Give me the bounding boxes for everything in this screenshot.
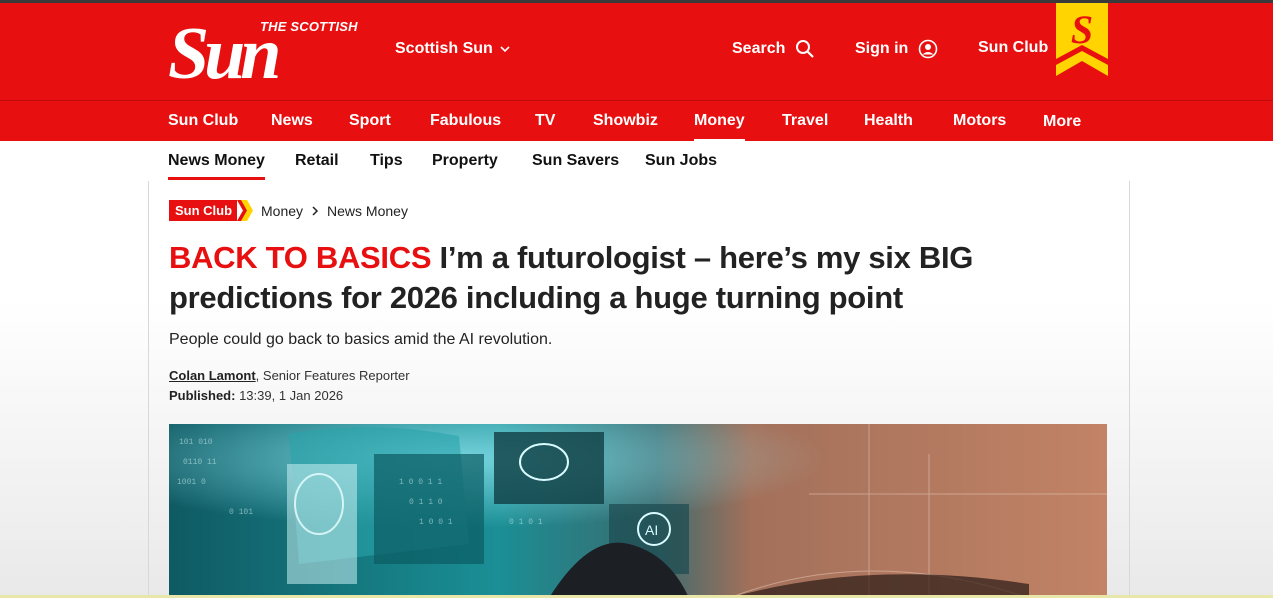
hero-image[interactable]: AI 101 010 0110 11 1001 0 0 101 1 0 0 1 1 0 … [169,424,1107,598]
futuristic-ai-illustration: AI 101 010 0110 11 1001 0 0 101 1 0 0 1 1 0 … [169,424,1107,598]
subnav-tips[interactable]: Tips [370,152,403,170]
badge-letter: S [1071,7,1093,52]
svg-text:1 0 0 1: 1 0 0 1 [419,518,453,527]
sign-in-label: Sign in [855,40,909,57]
article-headline: BACK TO BASICS I’m a futurologist – here… [169,238,1104,318]
sun-logo[interactable]: THE SCOTTISH Sun [168,13,383,95]
svg-text:0110 11: 0110 11 [183,458,217,467]
nav-sun-club[interactable]: Sun Club [168,112,238,130]
nav-money[interactable]: Money [694,112,745,142]
nav-tv[interactable]: TV [535,112,555,130]
article-standfirst: People could go back to basics amid the … [169,331,553,348]
published-label: Published: [169,388,236,403]
search-label: Search [732,40,786,57]
svg-text:101 010: 101 010 [179,438,213,447]
sign-in-button[interactable]: Sign in [855,39,938,59]
subnav-news-money[interactable]: News Money [168,152,265,180]
svg-text:0 1 0 1: 0 1 0 1 [509,518,543,527]
published-date: Published: 13:39, 1 Jan 2026 [169,388,343,403]
edition-selector[interactable]: Scottish Sun [395,40,511,58]
sun-club-badge-icon[interactable]: S [1056,3,1108,76]
search-button[interactable]: Search [732,39,815,59]
nav-health[interactable]: Health [864,112,913,130]
subnav-retail[interactable]: Retail [295,152,339,170]
byline: Colan Lamont, Senior Features Reporter [169,368,410,383]
nav-motors[interactable]: Motors [953,112,1006,130]
user-icon [919,39,938,59]
subnav-sun-savers[interactable]: Sun Savers [532,152,619,170]
nav-sport[interactable]: Sport [349,112,391,130]
nav-news[interactable]: News [271,112,313,130]
headline-kicker: BACK TO BASICS [169,240,432,275]
tag-label: Sun Club [169,200,238,221]
nav-travel[interactable]: Travel [782,112,828,130]
nav-more[interactable]: More [1043,113,1081,131]
subnav-property[interactable]: Property [432,152,498,170]
edition-label: Scottish Sun [395,40,493,57]
svg-text:0 1 1 0: 0 1 1 0 [409,498,443,507]
main-nav: Sun Club News Sport Fabulous TV Showbiz … [0,101,1273,142]
chevron-right-icon [312,206,319,216]
breadcrumb-money[interactable]: Money [261,203,303,219]
author-link[interactable]: Colan Lamont [169,368,256,383]
logo-wordmark: Sun [168,13,281,95]
author-role: , Senior Features Reporter [255,368,410,383]
nav-fabulous[interactable]: Fabulous [430,112,501,130]
svg-text:1 0 0 1 1: 1 0 0 1 1 [399,478,442,487]
sun-club-tag[interactable]: Sun Club [169,200,254,221]
breadcrumb-news-money[interactable]: News Money [327,203,408,219]
subnav-sun-jobs[interactable]: Sun Jobs [645,152,717,170]
chevron-down-icon [500,46,510,53]
sun-club-link[interactable]: Sun Club [978,39,1048,57]
svg-text:AI: AI [645,522,658,538]
breadcrumb: Money News Money [261,203,408,219]
nav-showbiz[interactable]: Showbiz [593,112,658,130]
published-time: 13:39, 1 Jan 2026 [235,388,344,403]
search-icon [796,40,815,58]
svg-text:0 101: 0 101 [229,508,253,517]
sun-club-label: Sun Club [978,39,1049,56]
chevron-badge-icon [237,200,254,221]
svg-text:1001 0: 1001 0 [177,478,206,487]
